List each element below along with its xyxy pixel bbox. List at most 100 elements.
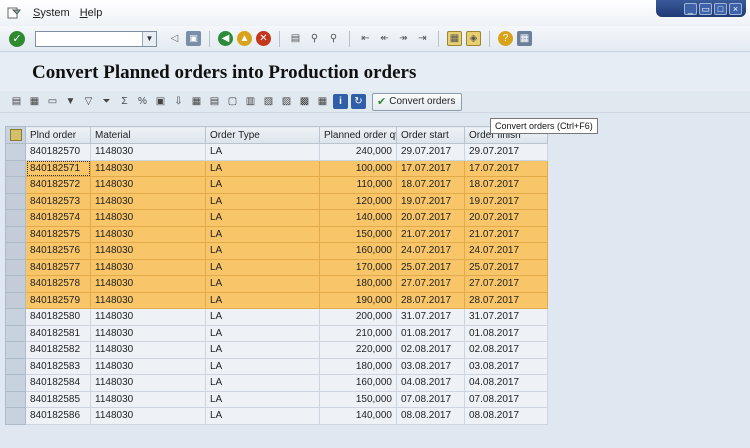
order-start-cell[interactable]: 01.08.2017 bbox=[396, 324, 465, 342]
order-start-cell[interactable]: 02.08.2017 bbox=[396, 341, 465, 359]
order-type-cell[interactable]: LA bbox=[205, 341, 320, 359]
order-finish-cell[interactable]: 20.07.2017 bbox=[464, 209, 548, 227]
find-next-icon[interactable]: ⚲ bbox=[326, 31, 341, 46]
total-icon[interactable]: Σ bbox=[117, 94, 132, 109]
plnd-order-cell[interactable]: 840182580 bbox=[25, 308, 91, 326]
filter-icon[interactable]: ⏷ bbox=[99, 94, 114, 109]
planned-order-qty-cell[interactable]: 110,000 bbox=[319, 176, 397, 194]
select-all-column-header[interactable] bbox=[5, 126, 26, 144]
material-cell[interactable]: 1148030 bbox=[90, 357, 206, 375]
order-type-cell[interactable]: LA bbox=[205, 225, 320, 243]
planned-order-qty-cell[interactable]: 150,000 bbox=[319, 390, 397, 408]
row-selector[interactable] bbox=[5, 159, 26, 177]
next-page-icon[interactable]: ↠ bbox=[396, 31, 411, 46]
row-selector[interactable] bbox=[5, 308, 26, 326]
table-row[interactable]: 840182586 1148030 LA 140,000 08.08.2017 08.08… bbox=[5, 407, 548, 425]
material-cell[interactable]: 1148030 bbox=[90, 390, 206, 408]
convert-orders-button[interactable]: ✔ Convert orders bbox=[372, 92, 463, 111]
order-finish-cell[interactable]: 29.07.2017 bbox=[464, 143, 548, 161]
order-finish-cell[interactable]: 18.07.2017 bbox=[464, 176, 548, 194]
order-finish-cell[interactable]: 31.07.2017 bbox=[464, 308, 548, 326]
plnd-order-cell[interactable]: 840182581 bbox=[25, 324, 91, 342]
table-row[interactable]: 840182585 1148030 LA 150,000 07.08.2017 07.08… bbox=[5, 390, 548, 408]
order-finish-cell[interactable]: 08.08.2017 bbox=[464, 407, 548, 425]
row-selector[interactable] bbox=[5, 341, 26, 359]
deselect-all-icon[interactable]: ▭ bbox=[45, 94, 60, 109]
planned-order-qty-cell[interactable]: 180,000 bbox=[319, 275, 397, 293]
plnd-order-cell[interactable]: 840182584 bbox=[25, 374, 91, 392]
order-start-cell[interactable]: 24.07.2017 bbox=[396, 242, 465, 260]
table-row[interactable]: 840182571 1148030 LA 100,000 17.07.2017 17.07… bbox=[5, 159, 548, 177]
refresh-icon[interactable]: ↻ bbox=[351, 94, 366, 109]
order-type-cell[interactable]: LA bbox=[205, 192, 320, 210]
row-selector[interactable] bbox=[5, 242, 26, 260]
back-icon[interactable]: ◁ bbox=[167, 31, 182, 46]
table-row[interactable]: 840182572 1148030 LA 110,000 18.07.2017 18.07… bbox=[5, 176, 548, 194]
material-cell[interactable]: 1148030 bbox=[90, 258, 206, 276]
order-type-cell[interactable]: LA bbox=[205, 209, 320, 227]
export-icon[interactable]: ⇩ bbox=[171, 94, 186, 109]
row-selector[interactable] bbox=[5, 176, 26, 194]
plnd-order-cell[interactable]: 840182572 bbox=[25, 176, 91, 194]
print-preview-icon[interactable]: ▣ bbox=[153, 94, 168, 109]
word-processing-icon[interactable]: ▤ bbox=[207, 94, 222, 109]
row-selector[interactable] bbox=[5, 209, 26, 227]
table-row[interactable]: 840182583 1148030 LA 180,000 03.08.2017 03.08… bbox=[5, 357, 548, 375]
sap-menu-icon[interactable] bbox=[5, 6, 23, 20]
planned-order-qty-cell[interactable]: 100,000 bbox=[319, 159, 397, 177]
find-icon[interactable]: ⚲ bbox=[307, 31, 322, 46]
plnd-order-cell[interactable]: 840182574 bbox=[25, 209, 91, 227]
row-selector[interactable] bbox=[5, 324, 26, 342]
material-cell[interactable]: 1148030 bbox=[90, 407, 206, 425]
exit-icon[interactable]: ▲ bbox=[237, 31, 252, 46]
order-start-cell[interactable]: 31.07.2017 bbox=[396, 308, 465, 326]
order-type-cell[interactable]: LA bbox=[205, 258, 320, 276]
material-cell[interactable]: 1148030 bbox=[90, 324, 206, 342]
table-row[interactable]: 840182576 1148030 LA 160,000 24.07.2017 24.07… bbox=[5, 242, 548, 260]
menu-help[interactable]: Help bbox=[80, 7, 103, 19]
abc-analysis-icon[interactable]: ▦ bbox=[315, 94, 330, 109]
row-selector[interactable] bbox=[5, 390, 26, 408]
order-start-cell[interactable]: 21.07.2017 bbox=[396, 225, 465, 243]
planned-order-qty-cell[interactable]: 190,000 bbox=[319, 291, 397, 309]
order-start-cell[interactable]: 20.07.2017 bbox=[396, 209, 465, 227]
table-row[interactable]: 840182577 1148030 LA 170,000 25.07.2017 25.07… bbox=[5, 258, 548, 276]
column-header-material[interactable]: Material bbox=[90, 126, 206, 144]
material-cell[interactable]: 1148030 bbox=[90, 143, 206, 161]
material-cell[interactable]: 1148030 bbox=[90, 275, 206, 293]
material-cell[interactable]: 1148030 bbox=[90, 159, 206, 177]
enter-icon[interactable]: ✓ bbox=[9, 30, 25, 47]
column-header-order-start[interactable]: Order start bbox=[396, 126, 465, 144]
plnd-order-cell[interactable]: 840182585 bbox=[25, 390, 91, 408]
material-cell[interactable]: 1148030 bbox=[90, 308, 206, 326]
sort-descending-icon[interactable]: ▽ bbox=[81, 94, 96, 109]
row-selector[interactable] bbox=[5, 357, 26, 375]
planned-order-qty-cell[interactable]: 240,000 bbox=[319, 143, 397, 161]
order-finish-cell[interactable]: 25.07.2017 bbox=[464, 258, 548, 276]
planned-order-qty-cell[interactable]: 160,000 bbox=[319, 242, 397, 260]
table-row[interactable]: 840182573 1148030 LA 120,000 19.07.2017 19.07… bbox=[5, 192, 548, 210]
planned-order-qty-cell[interactable]: 160,000 bbox=[319, 374, 397, 392]
order-type-cell[interactable]: LA bbox=[205, 291, 320, 309]
close-icon[interactable]: × bbox=[729, 2, 742, 15]
maximize-icon[interactable]: □ bbox=[714, 2, 727, 15]
save-icon[interactable]: ▣ bbox=[186, 31, 201, 46]
planned-order-qty-cell[interactable]: 120,000 bbox=[319, 192, 397, 210]
material-cell[interactable]: 1148030 bbox=[90, 341, 206, 359]
order-type-cell[interactable]: LA bbox=[205, 176, 320, 194]
material-cell[interactable]: 1148030 bbox=[90, 225, 206, 243]
plnd-order-cell[interactable]: 840182576 bbox=[25, 242, 91, 260]
order-type-cell[interactable]: LA bbox=[205, 275, 320, 293]
order-finish-cell[interactable]: 28.07.2017 bbox=[464, 291, 548, 309]
first-page-icon[interactable]: ⇤ bbox=[358, 31, 373, 46]
order-start-cell[interactable]: 17.07.2017 bbox=[396, 159, 465, 177]
order-start-cell[interactable]: 29.07.2017 bbox=[396, 143, 465, 161]
order-finish-cell[interactable]: 21.07.2017 bbox=[464, 225, 548, 243]
material-cell[interactable]: 1148030 bbox=[90, 192, 206, 210]
planned-order-qty-cell[interactable]: 210,000 bbox=[319, 324, 397, 342]
plnd-order-cell[interactable]: 840182578 bbox=[25, 275, 91, 293]
material-cell[interactable]: 1148030 bbox=[90, 374, 206, 392]
table-row[interactable]: 840182574 1148030 LA 140,000 20.07.2017 20.07… bbox=[5, 209, 548, 227]
cancel-icon[interactable]: ✕ bbox=[256, 31, 271, 46]
help-icon[interactable]: ? bbox=[498, 31, 513, 46]
